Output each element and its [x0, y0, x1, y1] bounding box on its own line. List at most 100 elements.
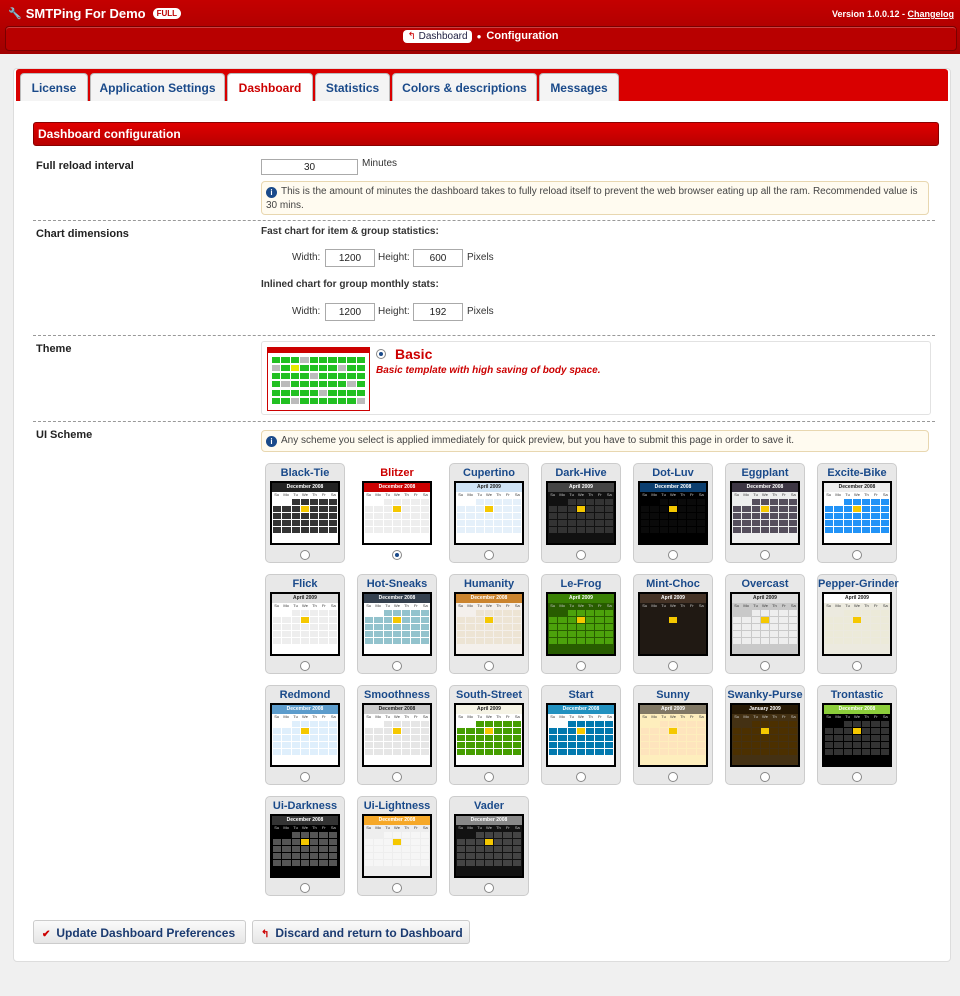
scheme-radio[interactable] [576, 550, 586, 560]
scheme-radio[interactable] [300, 550, 310, 560]
tab-license[interactable]: License [20, 73, 88, 101]
scheme-option-humanity[interactable]: Humanity December 2008 Su Mo Tu We Th Fr Sa [449, 574, 529, 674]
calendar-day [365, 527, 374, 533]
calendar-day [668, 520, 678, 526]
scheme-option-trontastic[interactable]: Trontastic December 2008 Su Mo Tu We Th Fr Sa [817, 685, 897, 785]
scheme-option-ui-darkness[interactable]: Ui-Darkness December 2008 Su Mo Tu We Th Fr Sa [265, 796, 345, 896]
scheme-option-smoothness[interactable]: Smoothness December 2008 Su Mo Tu We Th Fr Sa [357, 685, 437, 785]
scheme-radio[interactable] [668, 550, 678, 560]
calendar-day [779, 638, 788, 644]
theme-name: Basic [395, 346, 433, 362]
theme-option[interactable]: Basic Basic template with high saving of… [261, 341, 931, 415]
theme-radio[interactable] [376, 349, 386, 359]
calendar-day [466, 499, 474, 505]
scheme-radio[interactable] [852, 661, 862, 671]
calendar-day [788, 638, 797, 644]
tab-messages[interactable]: Messages [539, 73, 619, 101]
scheme-radio[interactable] [760, 772, 770, 782]
calendar-day [788, 617, 797, 623]
calendar-day [512, 735, 521, 741]
scheme-option-le-frog[interactable]: Le-Frog April 2009 Su Mo Tu We Th Fr Sa [541, 574, 621, 674]
calendar-day [328, 721, 337, 727]
calendar-day [549, 721, 557, 727]
tab-colors-descriptions[interactable]: Colors & descriptions [392, 73, 537, 101]
scheme-option-redmond[interactable]: Redmond December 2008 Su Mo Tu We Th Fr Sa [265, 685, 345, 785]
tab-dashboard[interactable]: Dashboard [227, 73, 313, 101]
scheme-radio[interactable] [300, 661, 310, 671]
scheme-option-ui-lightness[interactable]: Ui-Lightness December 2008 Su Mo Tu We Th Fr Sa [357, 796, 437, 896]
scheme-radio[interactable] [484, 661, 494, 671]
calendar-day [659, 631, 668, 637]
fast-height-input[interactable]: 600 [413, 249, 463, 267]
calendar-day [650, 624, 659, 630]
calendar-day [319, 735, 328, 741]
scheme-option-swanky-purse[interactable]: Swanky-Purse January 2009 Su Mo Tu We Th Fr Sa [725, 685, 805, 785]
scheme-radio[interactable] [484, 772, 494, 782]
scheme-radio[interactable] [392, 661, 402, 671]
scheme-radio[interactable] [392, 550, 402, 560]
scheme-option-cupertino[interactable]: Cupertino April 2009 Su Mo Tu We Th Fr Sa [449, 463, 529, 563]
scheme-radio[interactable] [392, 772, 402, 782]
scheme-radio[interactable] [668, 772, 678, 782]
scheme-option-hot-sneaks[interactable]: Hot-Sneaks December 2008 Su Mo Tu We Th Fr Sa [357, 574, 437, 674]
calendar-day [475, 721, 484, 727]
scheme-option-overcast[interactable]: Overcast April 2009 Su Mo Tu We Th Fr Sa [725, 574, 805, 674]
scheme-option-eggplant[interactable]: Eggplant December 2008 Su Mo Tu We Th Fr Sa [725, 463, 805, 563]
scheme-radio[interactable] [852, 772, 862, 782]
scheme-option-mint-choc[interactable]: Mint-Choc April 2009 Su Mo Tu We Th Fr Sa [633, 574, 713, 674]
weekday-label: Mo [375, 603, 381, 608]
scheme-option-blitzer[interactable]: Blitzer December 2008 Su Mo Tu We Th Fr Sa [357, 463, 437, 563]
calendar-day [567, 520, 576, 526]
calendar-day [420, 832, 429, 838]
tab-statistics[interactable]: Statistics [315, 73, 390, 101]
inline-width-input[interactable]: 1200 [325, 303, 375, 321]
calendar-day [659, 499, 668, 505]
scheme-radio[interactable] [300, 772, 310, 782]
weekday-label: Sa [422, 603, 428, 608]
weekday-label: We [762, 714, 768, 719]
scheme-radio[interactable] [576, 772, 586, 782]
calendar-day [595, 638, 604, 644]
calendar-day [586, 520, 595, 526]
scheme-radio[interactable] [760, 661, 770, 671]
scheme-option-dark-hive[interactable]: Dark-Hive April 2009 Su Mo Tu We Th Fr Sa [541, 463, 621, 563]
discard-button[interactable]: ↰ Discard and return to Dashboard [252, 920, 470, 944]
tab-application-settings[interactable]: Application Settings [90, 73, 225, 101]
calendar-day [374, 860, 383, 866]
calendar-day [843, 520, 852, 526]
scheme-option-pepper-grinder[interactable]: Pepper-Grinder April 2009 Su Mo Tu We Th Fr Sa [817, 574, 899, 674]
calendar-day [696, 624, 705, 630]
calendar-day [383, 506, 392, 512]
scheme-option-dot-luv[interactable]: Dot-Luv December 2008 Su Mo Tu We Th Fr Sa [633, 463, 713, 563]
scheme-option-flick[interactable]: Flick April 2009 Su Mo Tu We Th Fr Sa [265, 574, 345, 674]
scheme-option-south-street[interactable]: South-Street April 2009 Su Mo Tu We Th Fr Sa [449, 685, 529, 785]
calendar-day [365, 860, 374, 866]
scheme-option-black-tie[interactable]: Black-Tie December 2008 Su Mo Tu We Th Fr Sa [265, 463, 345, 563]
fast-width-input[interactable]: 1200 [325, 249, 375, 267]
calendar-day [512, 749, 521, 755]
calendar-day [512, 506, 521, 512]
scheme-radio[interactable] [484, 883, 494, 893]
scheme-option-sunny[interactable]: Sunny April 2009 Su Mo Tu We Th Fr Sa [633, 685, 713, 785]
scheme-radio[interactable] [668, 661, 678, 671]
calendar-day [319, 617, 328, 623]
calendar-day [825, 728, 834, 734]
scheme-radio[interactable] [300, 883, 310, 893]
calendar-day [880, 506, 889, 512]
scheme-radio[interactable] [576, 661, 586, 671]
scheme-radio[interactable] [392, 883, 402, 893]
calendar-day [668, 638, 678, 644]
scheme-option-vader[interactable]: Vader December 2008 Su Mo Tu We Th Fr Sa [449, 796, 529, 896]
update-preferences-button[interactable]: ✔ Update Dashboard Preferences [33, 920, 246, 944]
calendar-day [420, 617, 429, 623]
scheme-radio[interactable] [484, 550, 494, 560]
scheme-option-start[interactable]: Start December 2008 Su Mo Tu We Th Fr Sa [541, 685, 621, 785]
scheme-radio-wrap [266, 550, 344, 563]
scheme-option-excite-bike[interactable]: Excite-Bike December 2008 Su Mo Tu We Th Fr Sa [817, 463, 897, 563]
reload-interval-input[interactable]: 30 [261, 159, 358, 175]
scheme-radio[interactable] [852, 550, 862, 560]
breadcrumb-dashboard-link[interactable]: ↰ Dashboard [403, 30, 472, 43]
scheme-radio[interactable] [760, 550, 770, 560]
inline-height-input[interactable]: 192 [413, 303, 463, 321]
changelog-link[interactable]: Changelog [908, 9, 955, 19]
